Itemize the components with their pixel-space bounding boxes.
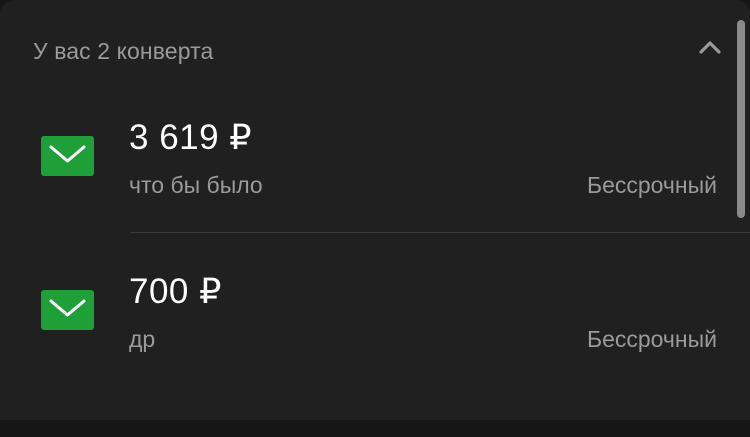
divider	[130, 232, 750, 233]
envelope-icon	[41, 136, 94, 176]
envelope-amount: 3 619 ₽	[129, 118, 253, 157]
envelope-icon	[41, 290, 94, 330]
envelopes-count-title: У вас 2 конверта	[33, 38, 214, 64]
scrollbar[interactable]	[737, 20, 745, 218]
envelope-item[interactable]: 700 ₽ др Бессрочный	[0, 255, 735, 405]
envelope-term: Бессрочный	[586, 326, 717, 352]
chevron-up-icon[interactable]	[697, 35, 723, 61]
envelopes-panel: У вас 2 конверта 3 619 ₽ что бы было Бес…	[0, 0, 750, 420]
envelope-name: что бы было	[129, 172, 263, 198]
envelope-term: Бессрочный	[586, 172, 717, 198]
envelope-item[interactable]: 3 619 ₽ что бы было Бессрочный	[0, 100, 735, 250]
envelope-amount: 700 ₽	[129, 272, 222, 311]
envelope-name: др	[129, 326, 156, 352]
